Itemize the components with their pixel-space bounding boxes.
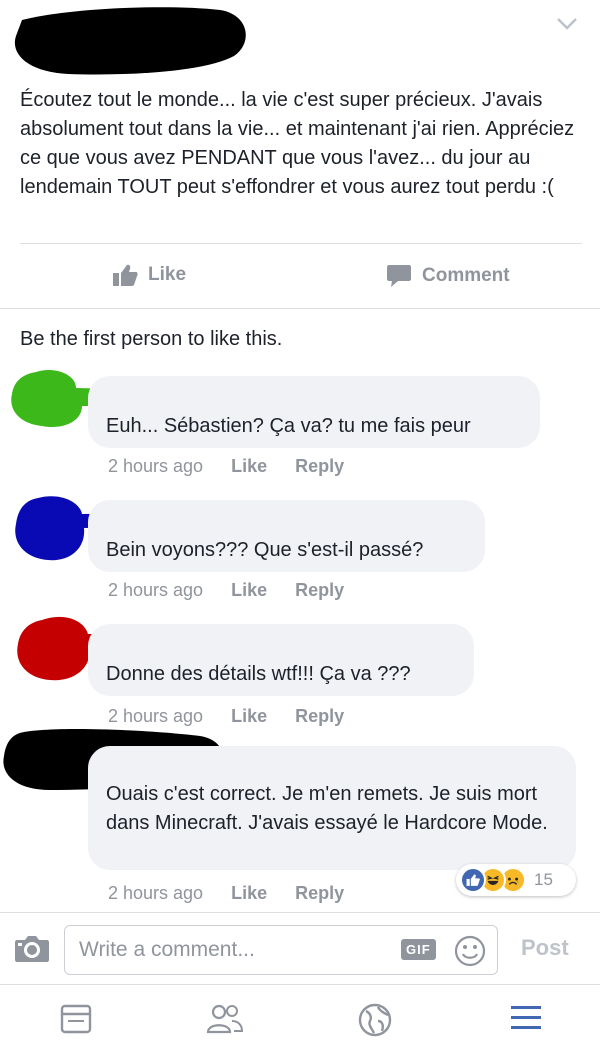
comment-reply-link[interactable]: Reply — [295, 580, 344, 601]
comment-composer: Write a comment... GIF Post — [0, 912, 600, 984]
comment-label: Comment — [422, 265, 510, 286]
comment-reply-link[interactable]: Reply — [295, 706, 344, 727]
redacted-author-name — [14, 7, 246, 75]
reaction-summary[interactable]: 15 — [456, 864, 576, 896]
bottom-tab-bar — [0, 984, 600, 1051]
like-icon — [113, 264, 138, 286]
post-button[interactable]: Post — [521, 935, 569, 961]
gif-button[interactable]: GIF — [401, 939, 436, 960]
comment-text: Euh... Sébastien? Ça va? tu me fais peur — [106, 415, 471, 437]
comment-like-link[interactable]: Like — [231, 706, 267, 727]
comment-timestamp: 2 hours ago — [108, 456, 204, 476]
like-reaction-icon — [460, 867, 486, 893]
comment-text: Bein voyons??? Que s'est-il passé? — [106, 539, 424, 561]
like-button[interactable]: Like — [112, 263, 186, 287]
comment-timestamp: 2 hours ago — [108, 580, 204, 600]
news-feed-icon[interactable] — [60, 1003, 92, 1035]
comment-bubble: Bein voyons??? Que s'est-il passé? — [88, 500, 485, 572]
post-body: Écoutez tout le monde... la vie c'est su… — [20, 89, 575, 198]
smiley-icon[interactable] — [453, 934, 487, 968]
divider — [0, 308, 600, 309]
like-label: Like — [148, 264, 187, 285]
comment-like-link[interactable]: Like — [231, 883, 267, 904]
comment-reply-link[interactable]: Reply — [295, 883, 344, 904]
reaction-count: 15 — [534, 870, 553, 889]
comment-reply-link[interactable]: Reply — [295, 456, 344, 477]
comment-timestamp: 2 hours ago — [108, 706, 204, 726]
comment-text: Ouais c'est correct. Je m'en remets. Je … — [106, 783, 548, 834]
comment-input-placeholder: Write a comment... — [79, 938, 255, 961]
friends-icon[interactable] — [206, 1003, 244, 1035]
comment-meta: 2 hours ago Like Reply — [108, 883, 372, 904]
comment-input[interactable]: Write a comment... GIF — [64, 925, 498, 975]
comment-text: Donne des détails wtf!!! Ça va ??? — [106, 663, 411, 685]
globe-icon[interactable] — [358, 1003, 392, 1037]
comment-icon — [387, 265, 411, 287]
divider — [20, 243, 582, 244]
comment-bubble: Ouais c'est correct. Je m'en remets. Je … — [88, 746, 576, 870]
menu-icon[interactable] — [510, 1003, 542, 1033]
comment-bubble: Euh... Sébastien? Ça va? tu me fais peur — [88, 376, 540, 448]
comment-like-link[interactable]: Like — [231, 580, 267, 601]
comment-meta: 2 hours ago Like Reply — [108, 580, 372, 601]
comment-meta: 2 hours ago Like Reply — [108, 706, 372, 727]
chevron-down-icon[interactable] — [556, 16, 578, 32]
comment-meta: 2 hours ago Like Reply — [108, 456, 372, 477]
camera-icon[interactable] — [14, 933, 50, 963]
comment-timestamp: 2 hours ago — [108, 883, 204, 903]
comment-like-link[interactable]: Like — [231, 456, 267, 477]
likes-summary: Be the first person to like this. — [20, 328, 283, 350]
comment-button[interactable]: Comment — [386, 263, 510, 289]
comment-bubble: Donne des détails wtf!!! Ça va ??? — [88, 624, 474, 696]
